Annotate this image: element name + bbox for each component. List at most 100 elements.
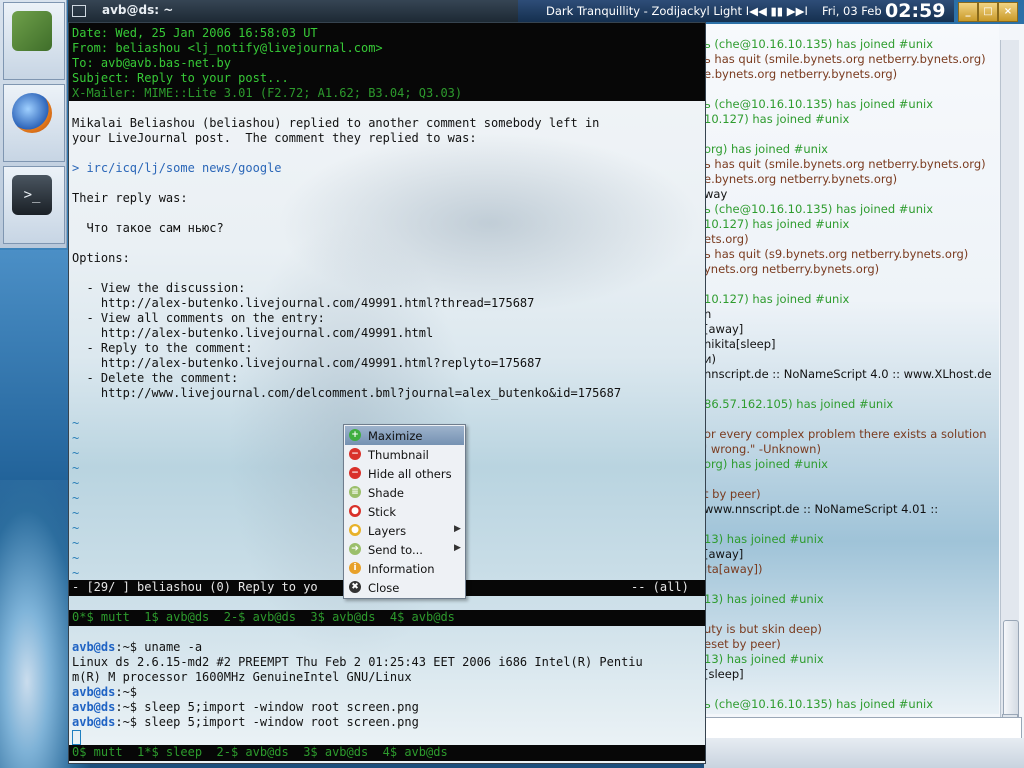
books-icon (12, 11, 52, 51)
shell-line: avb@ds:~$ sleep 5;import -window root sc… (72, 715, 419, 730)
text-cursor (72, 730, 81, 745)
pager-empty-line: ~ (72, 521, 80, 535)
menu-item-thumbnail[interactable]: − Thumbnail (345, 445, 464, 464)
panel-date: Fri, 03 Feb (822, 4, 882, 18)
stick-icon: ● (349, 505, 361, 517)
irc-message: t by peer) (704, 487, 761, 501)
dock-item-books[interactable] (3, 2, 65, 80)
shell-cursor-line[interactable] (72, 730, 81, 745)
mail-header-line: X-Mailer: MIME::Lite 3.01 (F2.72; A1.62;… (72, 86, 463, 100)
dock-item-terminal[interactable]: >_ (3, 166, 65, 244)
close-button[interactable]: × (998, 2, 1018, 22)
menu-item-information[interactable]: i Information (345, 559, 464, 578)
irc-message: 10.127) has joined #unix (704, 292, 850, 306)
pager-empty-line: ~ (72, 431, 80, 445)
mail-body-line: Their reply was: (72, 191, 188, 205)
irc-bottom-bar (704, 738, 1024, 768)
submenu-arrow-icon: ▶ (454, 524, 461, 534)
mail-header-line: Date: Wed, 25 Jan 2006 16:58:03 UT (72, 26, 318, 40)
menu-item-label: Hide all others (368, 467, 452, 481)
firefox-icon (12, 93, 52, 133)
terminal-window[interactable]: Date: Wed, 25 Jan 2006 16:58:03 UT From: … (68, 22, 706, 764)
window-buttons: _ □ × (956, 2, 1020, 22)
menu-item-hide-all-others[interactable]: − Hide all others (345, 464, 464, 483)
status-right: -- (all) (631, 580, 689, 594)
pager-empty-line: ~ (72, 416, 80, 430)
status-left: - [29/ ] beliashou (0) Reply to yo (72, 580, 318, 594)
shell-path: :~$ (115, 685, 138, 699)
window-list-text: 0*$ mutt 1$ avb@ds 2-$ avb@ds 3$ avb@ds … (72, 610, 455, 624)
pager-empty-line: ~ (72, 446, 80, 460)
pager-empty-line: ~ (72, 491, 80, 505)
desktop-wallpaper-sea (0, 250, 70, 480)
menu-item-label: Stick (368, 505, 396, 519)
irc-input[interactable] (704, 717, 1022, 739)
irc-message: ynets.org netberry.bynets.org) (704, 262, 880, 276)
shell-prompt: avb@ds (72, 685, 116, 699)
irc-message: 10.127) has joined #unix (704, 217, 850, 231)
irc-message: e.bynets.org netberry.bynets.org) (704, 67, 898, 81)
irc-message: e.bynets.org netberry.bynets.org) (704, 172, 898, 186)
menu-item-label: Shade (368, 486, 405, 500)
irc-log: ь (che@10.16.10.135) has joined #unix ь h… (704, 24, 999, 714)
menu-item-label: Send to... (368, 543, 423, 557)
irc-scrollbar[interactable] (1000, 40, 1019, 730)
shell-command: sleep 5;import -window root screen.png (137, 700, 419, 714)
scrollbar-thumb[interactable] (1003, 620, 1019, 726)
thumbnail-icon: − (349, 448, 361, 460)
mail-body-line: Mikalai Beliashou (beliashou) replied to… (72, 116, 600, 130)
menu-item-stick[interactable]: ● Stick (345, 502, 464, 521)
menu-item-send-to[interactable]: ➔ Send to... ▶ (345, 540, 464, 559)
irc-message: or every complex problem there exists a … (704, 427, 987, 441)
window-list-text: 0$ mutt 1*$ sleep 2-$ avb@ds 3$ avb@ds 4… (72, 745, 448, 759)
menu-item-maximize[interactable]: + Maximize (345, 426, 464, 445)
shell-prompt: avb@ds (72, 640, 116, 654)
irc-message: ita[away]) (704, 562, 763, 576)
mail-body-line: - Delete the comment: (72, 371, 239, 385)
layers-icon: ● (349, 524, 361, 536)
shell-output: Linux ds 2.6.15-md2 #2 PREEMPT Thu Feb 2… (72, 655, 643, 669)
window-menu-icon[interactable] (72, 5, 86, 17)
menu-item-label: Information (368, 562, 435, 576)
mail-body-line: your LiveJournal post. The comment they … (72, 131, 477, 145)
dock-item-firefox[interactable] (3, 84, 65, 162)
irc-message: org) has joined #unix (704, 457, 828, 471)
irc-message: 13) has joined #unix (704, 532, 824, 546)
irc-message: ь (che@10.16.10.135) has joined #unix (704, 97, 934, 111)
menu-item-close[interactable]: ✖ Close (345, 578, 464, 597)
mail-body-line: http://alex-butenko.livejournal.com/4999… (72, 356, 542, 370)
maximize-button[interactable]: □ (978, 2, 998, 22)
shell-prompt: avb@ds (72, 715, 116, 729)
pager-empty-line: ~ (72, 476, 80, 490)
submenu-arrow-icon: ▶ (454, 543, 461, 553)
irc-message: ь has quit (s9.bynets.org netberry.bynet… (704, 247, 969, 261)
irc-message: org) has joined #unix (704, 142, 828, 156)
shell-line: m(R) M processor 1600MHz GenuineIntel GN… (72, 670, 412, 685)
menu-item-layers[interactable]: ● Layers ▶ (345, 521, 464, 540)
terminal-icon: >_ (12, 175, 52, 215)
irc-message: [away] (704, 322, 744, 336)
status-panel: Dark Tranquillity - Zodijackyl Light I◀◀… (518, 0, 954, 22)
player-controls[interactable]: I◀◀ ▮▮ ▶▶I (746, 4, 808, 18)
dock: >_ (0, 0, 67, 248)
shell-path: :~$ (115, 640, 138, 654)
shell-line: Linux ds 2.6.15-md2 #2 PREEMPT Thu Feb 2… (72, 655, 643, 670)
mail-body-line: http://www.livejournal.com/delcomment.bm… (72, 386, 622, 400)
shell-path: :~$ (115, 700, 138, 714)
panel-clock: 02:59 (885, 0, 946, 22)
irc-message: [sleep] (704, 667, 744, 681)
irc-message: ь has quit (smile.bynets.org netberry.by… (704, 52, 986, 66)
minimize-button[interactable]: _ (958, 2, 978, 22)
screen-window-list-bottom: 0$ mutt 1*$ sleep 2-$ avb@ds 3$ avb@ds 4… (69, 745, 705, 761)
screen-window-list: 0*$ mutt 1$ avb@ds 2-$ avb@ds 3$ avb@ds … (69, 610, 705, 626)
irc-message: ' wrong." -Unknown) (704, 442, 821, 456)
mail-header-line: To: avb@avb.bas-net.by (72, 56, 231, 70)
terminal-titlebar[interactable]: avb@ds: ~ (68, 0, 518, 22)
menu-item-shade[interactable]: ≡ Shade (345, 483, 464, 502)
maximize-icon: + (349, 429, 361, 441)
pager-empty-line: ~ (72, 506, 80, 520)
irc-message: eset by peer) (704, 637, 781, 651)
close-icon: ✖ (349, 581, 361, 593)
irc-message: www.nnscript.de :: NoNameScript 4.01 :: (704, 502, 939, 516)
mail-header-line: Subject: Reply to your post... (72, 71, 289, 85)
